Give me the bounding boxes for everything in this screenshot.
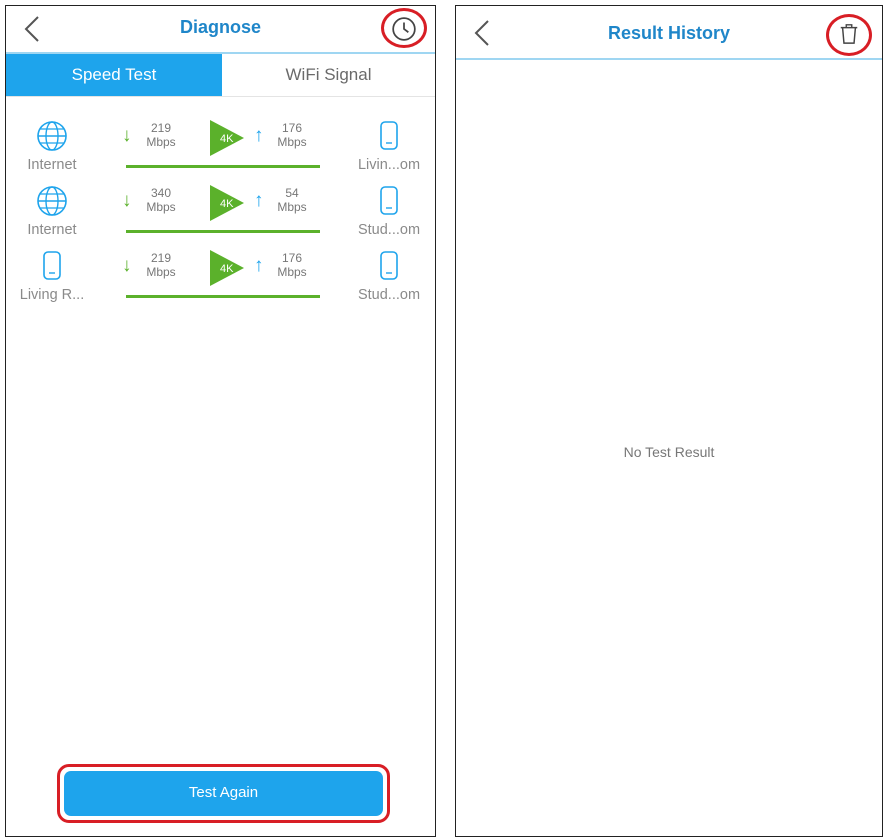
test-again-highlight: Test Again — [57, 764, 390, 823]
download-unit: Mbps — [146, 265, 176, 279]
source-label: Living R... — [19, 287, 85, 303]
globe-icon — [37, 186, 67, 216]
arrow-up-icon: ↑ — [254, 190, 264, 211]
connection-line — [126, 165, 320, 168]
speed-readout: ↓ 219 Mbps 4K ↑ 176 Mbps — [122, 119, 320, 169]
source-label: Internet — [27, 157, 77, 173]
tab-bar: Speed Test WiFi Signal — [6, 54, 435, 97]
download-speed: 340 Mbps — [141, 186, 181, 214]
target-label: Stud...om — [357, 222, 421, 238]
upload-speed: 54 Mbps — [272, 186, 312, 214]
connection-line — [126, 230, 320, 233]
arrow-up-icon: ↑ — [254, 125, 264, 146]
download-value: 219 — [150, 121, 172, 135]
page-title: Result History — [607, 23, 731, 43]
target-node: Stud...om — [347, 184, 431, 238]
download-speed: 219 Mbps — [141, 121, 181, 149]
speed-readout: ↓ 219 Mbps 4K ↑ 176 Mbps — [122, 249, 320, 299]
speed-readout: ↓ 340 Mbps 4K ↑ 54 Mbps — [122, 184, 320, 234]
arrow-down-icon: ↓ — [122, 190, 132, 211]
router-icon — [380, 186, 398, 215]
tab-speed-test[interactable]: Speed Test — [6, 54, 222, 96]
download-value: 219 — [150, 251, 172, 265]
router-icon — [380, 251, 398, 280]
source-node: Internet — [10, 184, 94, 238]
arrow-down-icon: ↓ — [122, 255, 132, 276]
result-history-screen: Result History No Test Result — [455, 5, 883, 837]
upload-speed: 176 Mbps — [272, 121, 312, 149]
4k-badge: 4K — [210, 250, 244, 286]
empty-state-text: No Test Result — [623, 444, 715, 460]
upload-unit: Mbps — [277, 135, 307, 149]
page-title: Diagnose — [179, 17, 262, 37]
speed-result-row: Internet ↓ 219 Mbps 4K ↑ 176 Mbps Livin.… — [6, 119, 435, 181]
source-node: Internet — [10, 119, 94, 173]
download-speed: 219 Mbps — [141, 251, 181, 279]
badge-text: 4K — [220, 133, 234, 145]
target-node: Livin...om — [347, 119, 431, 173]
target-node: Stud...om — [347, 249, 431, 303]
arrow-down-icon: ↓ — [122, 125, 132, 146]
clock-icon[interactable] — [391, 16, 417, 42]
speed-result-row: Internet ↓ 340 Mbps 4K ↑ 54 Mbps Stud...… — [6, 184, 435, 246]
upload-value: 54 — [285, 186, 299, 200]
history-header: Result History — [456, 6, 882, 60]
speed-result-row: Living R... ↓ 219 Mbps 4K ↑ 176 Mbps Stu… — [6, 249, 435, 311]
badge-text: 4K — [220, 263, 234, 275]
source-label: Internet — [27, 222, 77, 238]
connection-line — [126, 295, 320, 298]
upload-unit: Mbps — [277, 265, 307, 279]
test-again-button[interactable]: Test Again — [64, 771, 383, 816]
router-icon — [380, 121, 398, 150]
source-node: Living R... — [10, 249, 94, 303]
diagnose-screen: Diagnose Speed Test WiFi Signal Internet… — [5, 5, 436, 837]
trash-icon[interactable] — [838, 21, 860, 47]
globe-icon — [37, 121, 67, 151]
4k-badge: 4K — [210, 120, 244, 156]
upload-value: 176 — [281, 121, 303, 135]
target-label: Livin...om — [357, 157, 421, 173]
download-value: 340 — [150, 186, 172, 200]
badge-text: 4K — [220, 198, 234, 210]
upload-value: 176 — [281, 251, 303, 265]
upload-speed: 176 Mbps — [272, 251, 312, 279]
arrow-up-icon: ↑ — [254, 255, 264, 276]
download-unit: Mbps — [146, 200, 176, 214]
4k-badge: 4K — [210, 185, 244, 221]
target-label: Stud...om — [357, 287, 421, 303]
upload-unit: Mbps — [277, 200, 307, 214]
router-icon — [43, 251, 61, 280]
download-unit: Mbps — [146, 135, 176, 149]
diagnose-header: Diagnose — [6, 6, 435, 54]
tab-wifi-signal[interactable]: WiFi Signal — [222, 54, 435, 96]
